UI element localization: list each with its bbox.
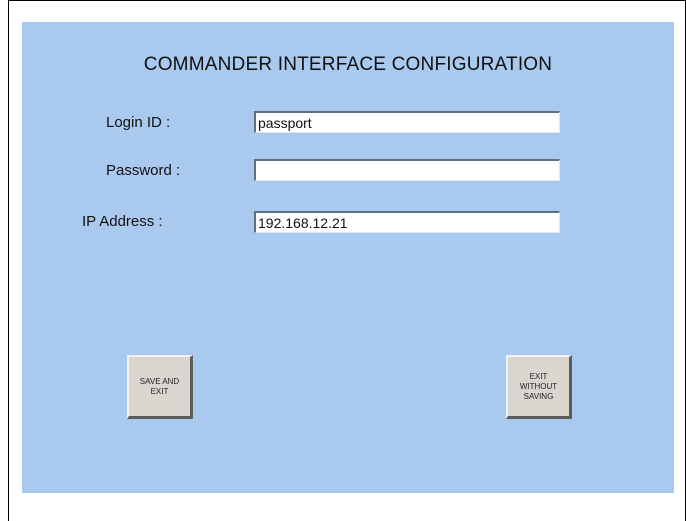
window-frame: COMMANDER INTERFACE CONFIGURATION Login … <box>8 0 686 521</box>
login-id-input[interactable] <box>254 111 560 133</box>
exit-without-saving-button[interactable]: EXIT WITHOUT SAVING <box>506 355 572 419</box>
ip-address-label: IP Address : <box>82 213 163 230</box>
ip-address-input[interactable] <box>254 211 560 233</box>
password-input[interactable] <box>254 159 560 181</box>
password-label: Password : <box>106 162 181 179</box>
login-id-label: Login ID : <box>106 114 171 131</box>
configuration-panel: COMMANDER INTERFACE CONFIGURATION Login … <box>22 22 674 493</box>
save-and-exit-button[interactable]: SAVE AND EXIT <box>127 355 193 419</box>
dialog-title: COMMANDER INTERFACE CONFIGURATION <box>143 54 553 75</box>
